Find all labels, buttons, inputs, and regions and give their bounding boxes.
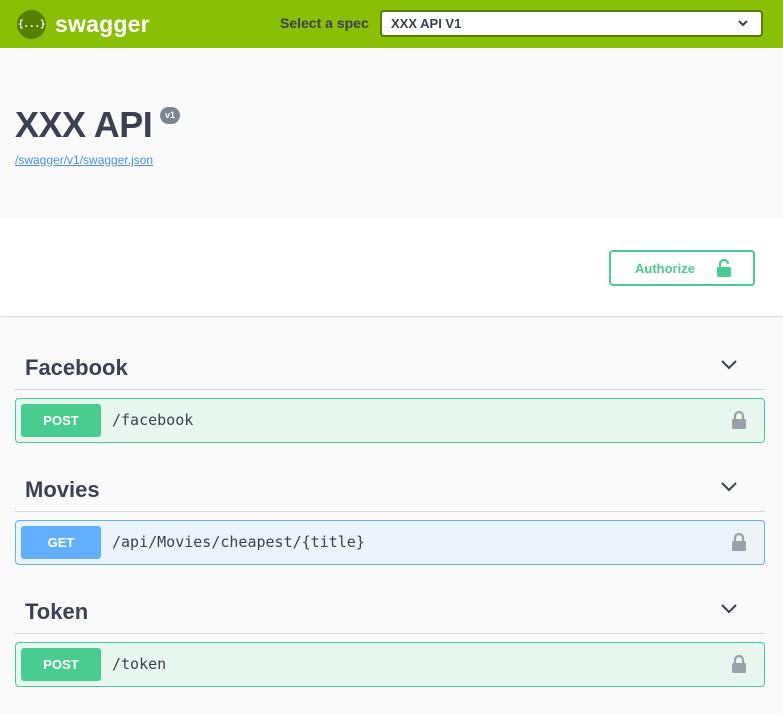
chevron-down-icon xyxy=(721,360,737,370)
select-spec-label: Select a spec xyxy=(280,15,369,31)
chevron-down-icon xyxy=(721,482,737,492)
lock-icon[interactable] xyxy=(731,532,747,552)
operation-get-movies-cheapest[interactable]: GET /api/Movies/cheapest/{title} xyxy=(15,520,765,565)
version-badge: v1 xyxy=(160,107,181,124)
topbar: {...} swagger Select a spec XXX API V1 xyxy=(0,0,783,48)
scheme-container: Authorize xyxy=(0,218,783,316)
lock-icon[interactable] xyxy=(731,410,747,430)
authorize-button[interactable]: Authorize xyxy=(609,250,755,286)
tag-token[interactable]: Token xyxy=(15,584,765,634)
tag-name: Token xyxy=(25,599,89,624)
spec-select[interactable]: XXX API V1 xyxy=(380,10,763,37)
authorize-label: Authorize xyxy=(635,261,695,276)
page-title: XXX API xyxy=(15,104,153,145)
brand-name: swagger xyxy=(55,10,150,37)
swagger-brand-link[interactable]: {...} swagger xyxy=(17,9,150,39)
swagger-logo-icon: {...} xyxy=(17,9,46,39)
operation-post-token[interactable]: POST /token xyxy=(15,642,765,687)
info-section: XXX API v1 /swagger/v1/swagger.json xyxy=(0,48,783,218)
method-badge: POST xyxy=(21,648,101,681)
spec-select-value: XXX API V1 xyxy=(391,16,462,31)
tag-movies[interactable]: Movies xyxy=(15,462,765,512)
operation-path: /facebook xyxy=(112,411,194,429)
lock-icon[interactable] xyxy=(731,654,747,674)
method-badge: POST xyxy=(21,404,101,437)
operation-post-facebook[interactable]: POST /facebook xyxy=(15,398,765,443)
tag-name: Facebook xyxy=(25,355,128,380)
tag-facebook[interactable]: Facebook xyxy=(15,340,765,390)
method-badge: GET xyxy=(21,526,101,559)
tag-name: Movies xyxy=(25,477,100,502)
chevron-down-icon xyxy=(738,20,748,27)
operation-path: /api/Movies/cheapest/{title} xyxy=(112,533,365,551)
operation-path: /token xyxy=(112,655,167,673)
logo-glyph: {...} xyxy=(17,18,46,30)
chevron-down-icon xyxy=(721,604,737,614)
spec-json-link[interactable]: /swagger/v1/swagger.json xyxy=(15,153,153,167)
unlocked-lock-icon xyxy=(717,258,731,277)
